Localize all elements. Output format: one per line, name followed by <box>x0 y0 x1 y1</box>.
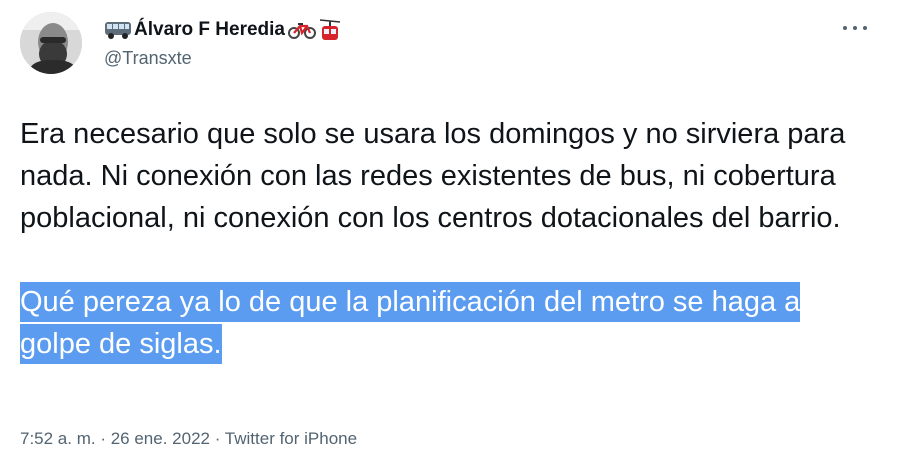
avatar-photo-icon <box>20 12 82 74</box>
tweet-date[interactable]: 26 ene. 2022 <box>111 429 210 448</box>
bicycle-icon <box>288 20 316 40</box>
tweet-paragraph-2: Qué pereza ya lo de que la planificación… <box>20 281 860 365</box>
avatar[interactable] <box>20 12 82 74</box>
more-options-icon[interactable] <box>843 20 867 36</box>
author-block: Álvaro F Heredia @Transxte <box>104 18 341 69</box>
bus-icon <box>104 20 132 40</box>
meta-separator: · <box>95 429 111 448</box>
display-name-row[interactable]: Álvaro F Heredia <box>104 18 341 42</box>
aerial-tramway-icon <box>319 18 341 42</box>
display-name: Álvaro F Heredia <box>134 19 285 40</box>
user-handle[interactable]: @Transxte <box>104 47 341 69</box>
tweet-text: Era necesario que solo se usara los domi… <box>20 113 860 365</box>
tweet-paragraph-1: Era necesario que solo se usara los domi… <box>20 118 846 234</box>
tweet-metadata: 7:52 a. m. · 26 ene. 2022 · Twitter for … <box>20 428 357 450</box>
selected-text: Qué pereza ya lo de que la planificación… <box>20 282 801 364</box>
tweet-source[interactable]: Twitter for iPhone <box>225 429 357 448</box>
tweet-time[interactable]: 7:52 a. m. <box>20 429 96 448</box>
meta-separator: · <box>209 429 225 448</box>
